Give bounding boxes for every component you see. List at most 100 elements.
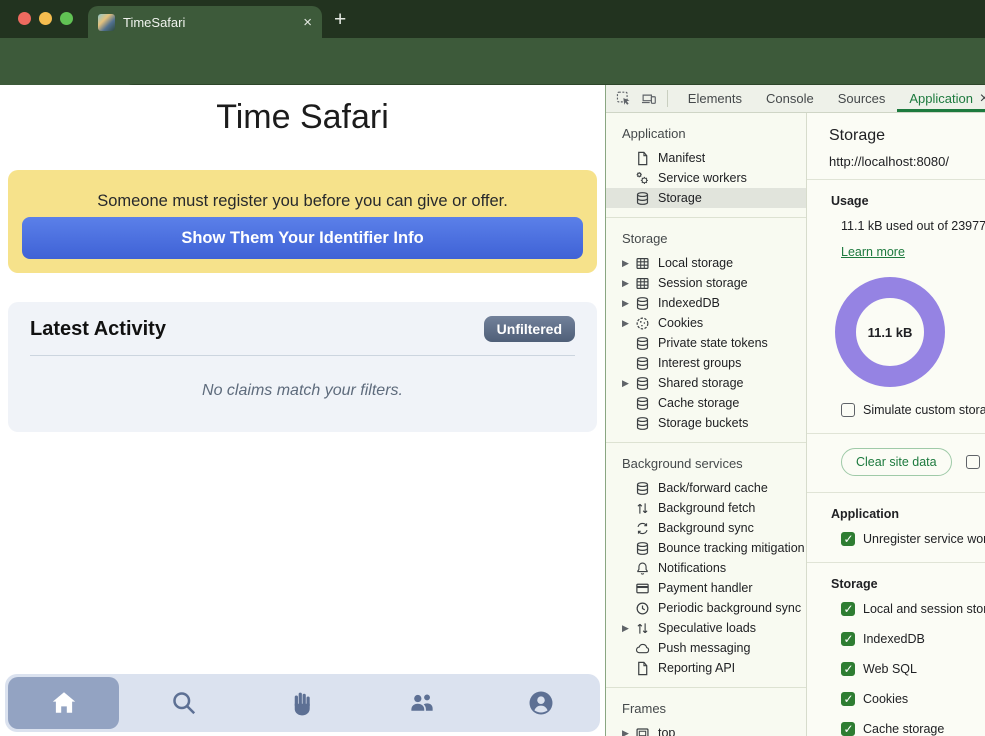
chevron-expand-icon[interactable] <box>622 318 635 329</box>
database-icon <box>635 336 650 351</box>
inspect-element-icon[interactable] <box>616 90 631 107</box>
nav-contacts[interactable] <box>362 674 481 732</box>
section-header: Storage <box>606 226 806 253</box>
latest-activity-header: Latest Activity Unfiltered <box>8 302 597 342</box>
storage-checks-section: Storage Local and session stora IndexedD… <box>807 563 985 736</box>
search-icon <box>170 689 198 717</box>
cookies-row[interactable]: Cookies <box>841 692 985 706</box>
tab-close-icon[interactable]: × <box>303 15 312 30</box>
sidebar-item-label: Payment handler <box>658 581 753 595</box>
section-header: Background services <box>606 451 806 478</box>
sidebar-item-service-workers[interactable]: Service workers <box>606 168 806 188</box>
sidebar-item-payment-handler[interactable]: Payment handler <box>606 578 806 598</box>
sidebar-item-background-sync[interactable]: Background sync <box>606 518 806 538</box>
close-window-button[interactable] <box>18 12 31 25</box>
sidebar-item-label: Shared storage <box>658 376 743 390</box>
application-checks-section: Application Unregister service wor <box>807 493 985 563</box>
sidebar-item-cache-storage[interactable]: Cache storage <box>606 393 806 413</box>
unfiltered-button[interactable]: Unfiltered <box>484 316 575 342</box>
database-icon <box>635 541 650 556</box>
simulate-quota-row[interactable]: Simulate custom stora <box>841 403 985 417</box>
card-divider <box>30 355 575 356</box>
checkbox-checked-icon[interactable] <box>841 662 855 676</box>
nav-search[interactable] <box>124 674 243 732</box>
show-identifier-info-button[interactable]: Show Them Your Identifier Info <box>22 217 583 259</box>
include-cookies-row[interactable]: in <box>966 455 985 469</box>
sidebar-item-label: Cookies <box>658 316 703 330</box>
document-icon <box>635 151 650 166</box>
web-sql-row[interactable]: Web SQL <box>841 662 985 676</box>
section-header: Frames <box>606 696 806 723</box>
learn-more-link[interactable]: Learn more <box>841 245 905 259</box>
up-down-arrows-icon <box>635 501 650 516</box>
database-icon <box>635 356 650 371</box>
usage-donut-chart: 11.1 kB <box>835 277 945 387</box>
sidebar-item-label: Push messaging <box>658 641 750 655</box>
nav-projects[interactable] <box>243 674 362 732</box>
sidebar-item-storage-buckets[interactable]: Storage buckets <box>606 413 806 433</box>
unregister-sw-label: Unregister service wor <box>863 532 985 546</box>
tab-elements[interactable]: Elements <box>676 85 754 112</box>
sidebar-item-session-storage[interactable]: Session storage <box>606 273 806 293</box>
checkbox-checked-icon[interactable] <box>841 532 855 546</box>
nav-profile[interactable] <box>481 674 600 732</box>
chevron-expand-icon[interactable] <box>622 378 635 389</box>
checkbox-unchecked-icon[interactable] <box>966 455 980 469</box>
payment-card-icon <box>635 581 650 596</box>
sidebar-item-label: Private state tokens <box>658 336 768 350</box>
minimize-window-button[interactable] <box>39 12 52 25</box>
unregister-sw-row[interactable]: Unregister service wor <box>841 532 985 546</box>
cache-storage-row[interactable]: Cache storage <box>841 722 985 736</box>
maximize-window-button[interactable] <box>60 12 73 25</box>
database-icon <box>635 376 650 391</box>
chevron-expand-icon[interactable] <box>622 258 635 269</box>
chevron-expand-icon[interactable] <box>622 728 635 736</box>
checkbox-checked-icon[interactable] <box>841 692 855 706</box>
checkbox-checked-icon[interactable] <box>841 632 855 646</box>
simulate-quota-label: Simulate custom stora <box>863 403 985 417</box>
chevron-expand-icon[interactable] <box>622 278 635 289</box>
device-toolbar-icon[interactable] <box>641 90 656 107</box>
checkbox-checked-icon[interactable] <box>841 722 855 736</box>
table-icon <box>635 276 650 291</box>
empty-claims-message: No claims match your filters. <box>8 382 597 400</box>
sidebar-item-interest-groups[interactable]: Interest groups <box>606 353 806 373</box>
browser-tab[interactable]: TimeSafari × <box>88 6 322 38</box>
sidebar-item-storage[interactable]: Storage <box>606 188 806 208</box>
indexeddb-row[interactable]: IndexedDB <box>841 632 985 646</box>
tab-console[interactable]: Console <box>754 85 826 112</box>
checkbox-unchecked-icon[interactable] <box>841 403 855 417</box>
sidebar-item-reporting-api[interactable]: Reporting API <box>606 658 806 678</box>
sidebar-item-manifest[interactable]: Manifest <box>606 148 806 168</box>
sidebar-item-speculative-loads[interactable]: Speculative loads <box>606 618 806 638</box>
indexeddb-label: IndexedDB <box>863 632 925 646</box>
donut-label: 11.1 kB <box>868 325 913 340</box>
devtools-close-icon[interactable]: × <box>980 90 985 108</box>
sidebar-item-back-forward-cache[interactable]: Back/forward cache <box>606 478 806 498</box>
nav-home-tile[interactable] <box>8 677 119 729</box>
nav-home[interactable] <box>5 674 124 732</box>
clear-site-data-button[interactable]: Clear site data <box>841 448 952 476</box>
sidebar-item-periodic-background-sync[interactable]: Periodic background sync <box>606 598 806 618</box>
checkbox-checked-icon[interactable] <box>841 602 855 616</box>
sidebar-item-private-state-tokens[interactable]: Private state tokens <box>606 333 806 353</box>
sidebar-item-push-messaging[interactable]: Push messaging <box>606 638 806 658</box>
chevron-expand-icon[interactable] <box>622 623 635 634</box>
sidebar-item-cookies[interactable]: Cookies <box>606 313 806 333</box>
sidebar-item-bounce-tracking-mitigation[interactable]: Bounce tracking mitigation <box>606 538 806 558</box>
window-controls[interactable] <box>18 12 73 25</box>
sidebar-item-shared-storage[interactable]: Shared storage <box>606 373 806 393</box>
cache-storage-label: Cache storage <box>863 722 944 736</box>
browser-toolbar: ← → ↻ localhost:8080 <box>0 38 985 85</box>
new-tab-button[interactable]: + <box>334 8 346 32</box>
sidebar-item-notifications[interactable]: Notifications <box>606 558 806 578</box>
storage-detail-panel: Storage http://localhost:8080/ Usage 11.… <box>807 113 985 736</box>
sidebar-item-background-fetch[interactable]: Background fetch <box>606 498 806 518</box>
sidebar-item-top-frame[interactable]: top <box>606 723 806 736</box>
tab-sources[interactable]: Sources <box>826 85 898 112</box>
sidebar-item-indexeddb[interactable]: IndexedDB <box>606 293 806 313</box>
sidebar-item-local-storage[interactable]: Local storage <box>606 253 806 273</box>
tab-application[interactable]: Application <box>897 85 985 112</box>
chevron-expand-icon[interactable] <box>622 298 635 309</box>
local-session-storage-row[interactable]: Local and session stora <box>841 602 985 616</box>
